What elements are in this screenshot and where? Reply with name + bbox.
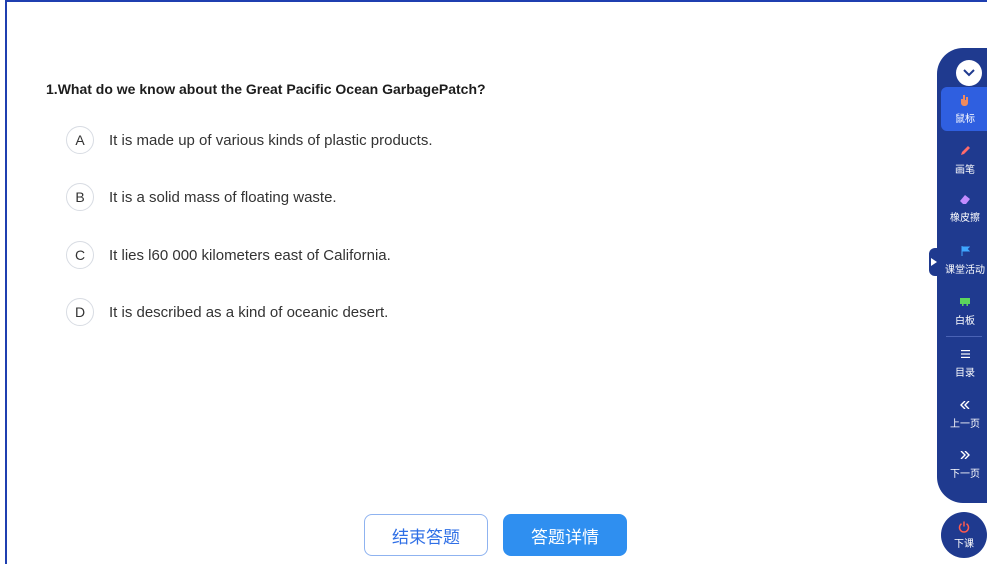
- tool-label: 课堂活动: [945, 265, 985, 276]
- collapse-toolbar-button[interactable]: [956, 60, 982, 86]
- eraser-icon: [960, 192, 970, 206]
- question-text: What do we know about the Great Pacific …: [57, 81, 486, 97]
- option-a[interactable]: A It is made up of various kinds of plas…: [66, 125, 433, 155]
- question-number: 1.: [46, 81, 58, 97]
- tool-previous-page[interactable]: 上一页: [941, 392, 987, 436]
- tool-catalog[interactable]: 目录: [941, 341, 987, 385]
- option-letter: B: [66, 183, 94, 211]
- mouse-hand-icon: [960, 93, 970, 107]
- side-expand-tab[interactable]: [929, 248, 939, 276]
- list-icon: [960, 347, 970, 361]
- option-text: It is a solid mass of floating waste.: [109, 188, 337, 206]
- option-b[interactable]: B It is a solid mass of floating waste.: [66, 182, 337, 212]
- tool-label: 上一页: [950, 419, 980, 430]
- option-text: It is made up of various kinds of plasti…: [109, 131, 433, 149]
- answer-details-button[interactable]: 答题详情: [503, 514, 627, 556]
- end-class-button[interactable]: 下课: [941, 512, 987, 558]
- chevron-down-icon: [963, 69, 975, 77]
- toolbar-divider: [946, 336, 982, 337]
- power-icon: [958, 521, 970, 533]
- tool-label: 画笔: [955, 165, 975, 176]
- option-letter: C: [66, 241, 94, 269]
- flag-icon: [961, 244, 970, 258]
- option-letter: A: [66, 126, 94, 154]
- end-class-label: 下课: [954, 538, 974, 550]
- question-title: 1.What do we know about the Great Pacifi…: [46, 81, 486, 97]
- tool-whiteboard[interactable]: 白板: [941, 289, 987, 333]
- double-right-icon: [960, 448, 970, 462]
- tool-label: 白板: [955, 316, 975, 327]
- option-text: It is described as a kind of oceanic des…: [109, 303, 389, 321]
- tool-label: 橡皮擦: [950, 213, 980, 224]
- tool-mouse[interactable]: 鼠标: [941, 87, 987, 131]
- tool-next-page[interactable]: 下一页: [941, 442, 987, 486]
- tool-pen[interactable]: 画笔: [941, 138, 987, 182]
- option-letter: D: [66, 298, 94, 326]
- triangle-right-icon: [931, 258, 937, 266]
- tool-eraser[interactable]: 橡皮擦: [941, 186, 987, 230]
- tool-label: 下一页: [950, 469, 980, 480]
- option-d[interactable]: D It is described as a kind of oceanic d…: [66, 297, 388, 327]
- option-text: It lies l60 000 kilometers east of Calif…: [109, 246, 391, 264]
- end-answer-button[interactable]: 结束答题: [364, 514, 488, 556]
- option-c[interactable]: C It lies l60 000 kilometers east of Cal…: [66, 240, 391, 270]
- tool-label: 鼠标: [955, 114, 975, 125]
- tool-class-activity[interactable]: 课堂活动: [941, 238, 987, 282]
- whiteboard-icon: [960, 295, 970, 309]
- pen-icon: [960, 144, 970, 158]
- tool-label: 目录: [955, 368, 975, 379]
- double-left-icon: [960, 398, 970, 412]
